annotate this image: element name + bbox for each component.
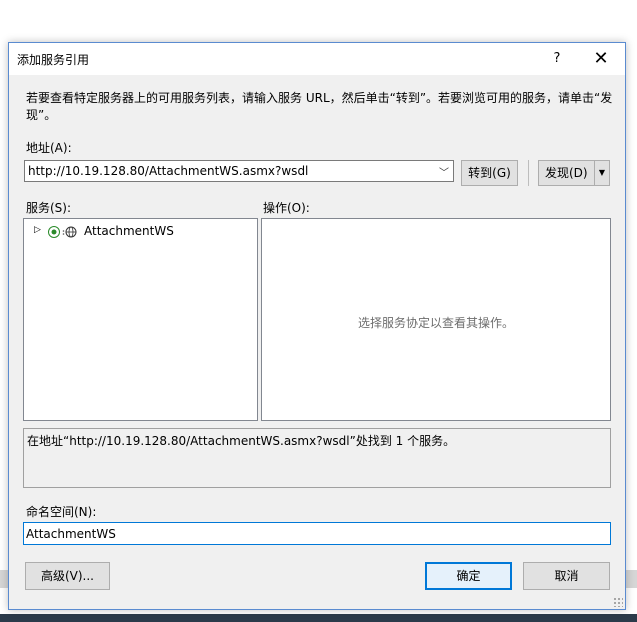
discover-button[interactable]: 发现(D) ▼ <box>538 160 610 186</box>
operations-list[interactable]: 选择服务协定以查看其操作。 <box>261 218 611 421</box>
help-button[interactable]: ? <box>545 49 569 69</box>
taskbar-strip <box>0 614 637 622</box>
background-window-edge-right <box>625 570 637 588</box>
address-value[interactable]: http://10.19.128.80/AttachmentWS.asmx?ws… <box>28 164 308 178</box>
ok-button[interactable]: 确定 <box>425 562 512 590</box>
instructions-text: 若要查看特定服务器上的可用服务列表，请输入服务 URL，然后单击“转到”。若要浏… <box>26 91 613 122</box>
title-bar: 添加服务引用 ? ✕ <box>9 43 625 75</box>
add-service-reference-dialog: 添加服务引用 ? ✕ 若要查看特定服务器上的可用服务列表，请输入服务 URL，然… <box>8 42 626 610</box>
discover-button-label: 发现(D) <box>545 166 588 180</box>
cancel-button-label: 取消 <box>554 569 579 583</box>
advanced-button[interactable]: 高级(V)... <box>25 562 110 590</box>
operations-label: 操作(O): <box>263 201 310 215</box>
background-window-edge <box>0 570 8 588</box>
address-label: 地址(A): <box>26 141 72 155</box>
services-label: 服务(S): <box>26 201 72 215</box>
advanced-button-label: 高级(V)... <box>40 569 95 583</box>
resize-grip-icon[interactable] <box>613 597 623 607</box>
dropdown-arrow-icon[interactable]: ▼ <box>594 161 609 185</box>
status-message: 在地址“http://10.19.128.80/AttachmentWS.asm… <box>27 434 456 448</box>
namespace-input[interactable] <box>23 522 611 545</box>
expand-arrow-icon[interactable]: ▷ <box>34 225 41 235</box>
tree-item-label: AttachmentWS <box>84 224 174 238</box>
services-tree[interactable]: ▷ AttachmentWS <box>23 218 258 421</box>
address-combobox[interactable]: http://10.19.128.80/AttachmentWS.asmx?ws… <box>24 160 454 182</box>
close-button[interactable]: ✕ <box>587 47 615 71</box>
chevron-down-icon[interactable]: ﹀ <box>439 164 449 179</box>
dialog-title: 添加服务引用 <box>17 53 90 67</box>
go-button-label: 转到(G) <box>468 166 511 180</box>
ok-button-label: 确定 <box>456 569 481 583</box>
cancel-button[interactable]: 取消 <box>523 562 610 590</box>
web-service-icon <box>48 226 77 238</box>
status-message-box: 在地址“http://10.19.128.80/AttachmentWS.asm… <box>23 428 611 488</box>
go-button[interactable]: 转到(G) <box>461 160 518 186</box>
namespace-label: 命名空间(N): <box>26 505 97 519</box>
operations-hint: 选择服务协定以查看其操作。 <box>357 316 514 330</box>
toolbar-separator <box>528 160 529 186</box>
